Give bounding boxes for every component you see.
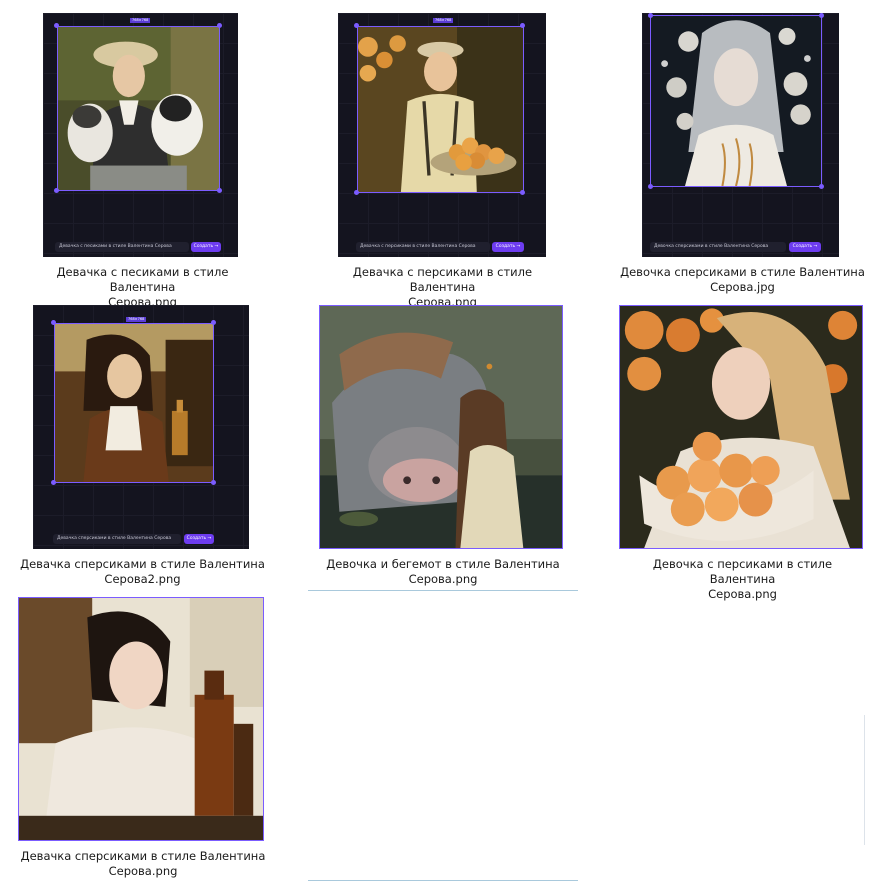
prompt-field: Девачка сперсиками в стиле Валентина Сер… xyxy=(53,534,181,544)
prompt-field: Девачка с песиками в стиле Валентина Сер… xyxy=(55,242,189,252)
file-name: Девочка сперсиками в стиле Валентина Серо… xyxy=(620,265,865,294)
file-tile[interactable]: Девачка сперсиками в стиле Валентина Серо… xyxy=(18,597,268,887)
thumbnail: 768×768 Девачка с персиками в стиле Вале… xyxy=(338,13,546,257)
file-name: Девочка с персиками в стиле Валентина Сер… xyxy=(652,557,833,601)
thumbnail xyxy=(619,305,863,549)
file-tile[interactable]: 768×768 Девачка сперсиками в стиле Вален… xyxy=(20,303,265,593)
file-name: Девочка и бегемот в стиле Валентина Серов… xyxy=(326,557,560,586)
image-preview xyxy=(54,323,214,483)
file-tile[interactable]: 768×768 Девачка с песиками в стиле Вален… xyxy=(30,10,255,309)
prompt-field: Девачка с персиками в стиле Валентина Се… xyxy=(356,242,490,252)
create-button: Создать → xyxy=(789,242,821,252)
thumbnail xyxy=(319,305,563,549)
scroll-edge xyxy=(864,715,865,845)
create-button: Создать → xyxy=(191,242,221,252)
divider xyxy=(308,880,578,881)
create-button: Создать → xyxy=(492,242,524,252)
file-tile[interactable]: Девочка с персиками в стиле Валентина Сер… xyxy=(619,303,863,601)
file-name: Девачка сперсиками в стиле Валентина Серо… xyxy=(20,849,266,878)
thumbnail: 768×768 Девачка сперсиками в стиле Вален… xyxy=(33,305,249,549)
file-tile[interactable]: 768×768 Девачка с персиками в стиле Вале… xyxy=(330,10,555,309)
image-preview xyxy=(357,26,524,193)
thumbnail: 768×768 Девачка с песиками в стиле Вален… xyxy=(43,13,238,257)
create-button: Создать → xyxy=(184,534,214,544)
file-name: Девачка сперсиками в стиле Валентина Серо… xyxy=(20,557,265,586)
thumbnail: Девочка сперсиками в стиле Валентина Сер… xyxy=(642,13,839,257)
image-preview xyxy=(57,26,220,191)
file-tile[interactable]: Девочка сперсиками в стиле Валентина Сер… xyxy=(620,10,865,300)
prompt-field: Девочка сперсиками в стиле Валентина Сер… xyxy=(650,242,786,252)
image-preview xyxy=(650,15,822,187)
thumbnail xyxy=(18,597,264,841)
file-tile-selected[interactable]: Девочка и бегемот в стиле Валентина Серов… xyxy=(308,303,578,593)
